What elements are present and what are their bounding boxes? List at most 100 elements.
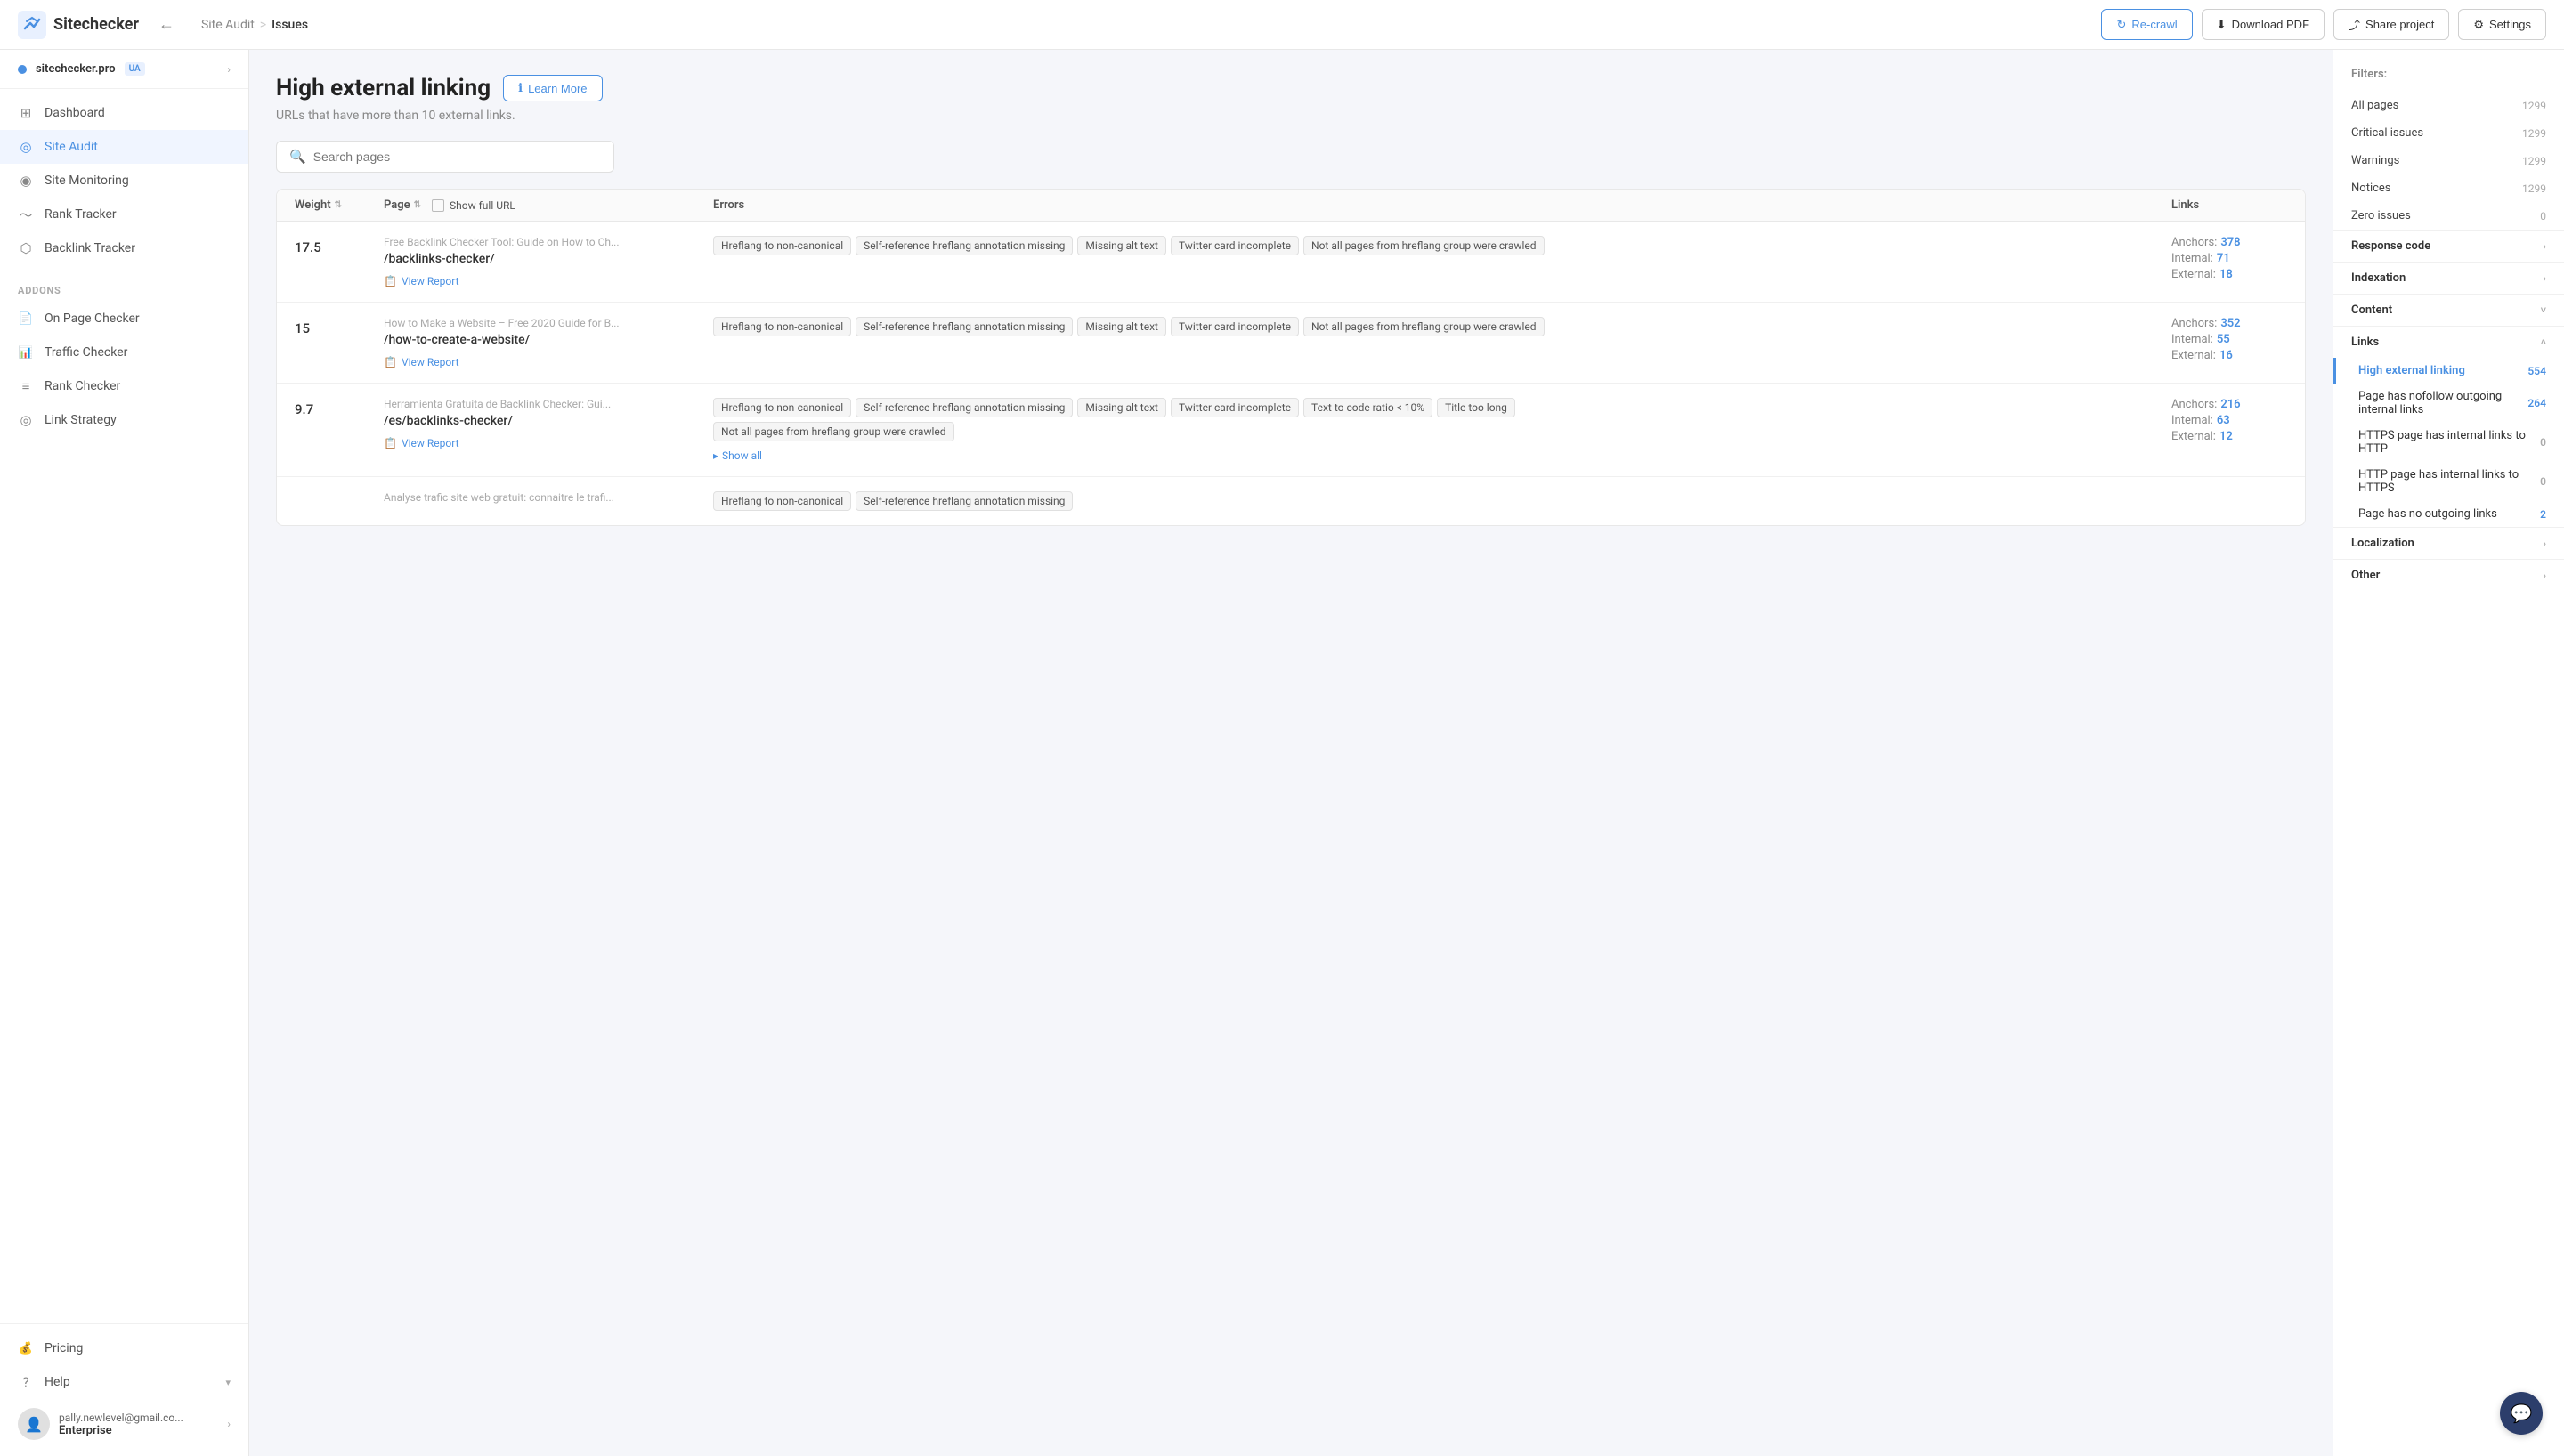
- filter-sub-high-external-linking[interactable]: High external linking 554: [2333, 358, 2564, 384]
- share-project-button[interactable]: ⤴ Share project: [2333, 9, 2449, 40]
- sidebar-item-traffic-checker[interactable]: 📊 Traffic Checker: [0, 336, 248, 369]
- search-bar: 🔍: [276, 141, 2306, 173]
- breadcrumb-separator: >: [260, 18, 266, 32]
- help-chevron-icon: ▾: [225, 1377, 231, 1388]
- site-audit-icon: ◎: [18, 139, 34, 155]
- filter-section-links: Links ˄ High external linking 554 Page h…: [2333, 326, 2564, 527]
- sidebar-account[interactable]: sitechecker.pro UA ›: [0, 50, 248, 89]
- breadcrumb-parent[interactable]: Site Audit: [201, 18, 255, 32]
- sidebar-item-on-page-checker[interactable]: 📄 On Page Checker: [0, 302, 248, 336]
- table-header: Weight ⇅ Page ⇅ Show full URL Errors: [277, 190, 2305, 222]
- sidebar-item-backlink-tracker-label: Backlink Tracker: [45, 241, 135, 255]
- user-info: pally.newlevel@gmail.co... Enterprise: [59, 1412, 218, 1437]
- table-row: Analyse trafic site web gratuit: connait…: [277, 477, 2305, 525]
- row-1-view-report-button[interactable]: 📋 View Report: [384, 270, 704, 287]
- learn-more-button[interactable]: ℹ Learn More: [503, 75, 602, 101]
- filter-localization-header[interactable]: Localization ›: [2333, 528, 2564, 559]
- settings-button[interactable]: ⚙ Settings: [2458, 9, 2546, 40]
- filter-notices-count: 1299: [2522, 182, 2546, 195]
- row-2-page-url[interactable]: /how-to-create-a-website/: [384, 333, 704, 347]
- row-2-page-title: How to Make a Website – Free 2020 Guide …: [384, 317, 686, 329]
- error-tag: Not all pages from hreflang group were c…: [713, 422, 954, 441]
- filter-other-header[interactable]: Other ›: [2333, 560, 2564, 591]
- filter-critical-issues-label: Critical issues: [2351, 126, 2423, 140]
- account-badge: UA: [125, 62, 145, 76]
- page-column-header[interactable]: Page ⇅ Show full URL: [384, 198, 704, 212]
- show-full-url-toggle[interactable]: Show full URL: [432, 199, 515, 212]
- back-button[interactable]: ←: [153, 15, 180, 34]
- share-icon: ⤴: [2349, 16, 2360, 33]
- error-tag: Missing alt text: [1077, 236, 1166, 255]
- row-4-weight: [295, 491, 375, 495]
- sidebar-item-site-audit[interactable]: ◎ Site Audit: [0, 130, 248, 164]
- sidebar-item-dashboard[interactable]: ⊞ Dashboard: [0, 96, 248, 130]
- filter-other-chevron-icon: ›: [2544, 570, 2546, 581]
- error-tag: Hreflang to non-canonical: [713, 236, 851, 255]
- sidebar-item-rank-checker[interactable]: ≡ Rank Checker: [0, 369, 248, 403]
- sidebar-item-help[interactable]: ? Help ▾: [0, 1365, 248, 1399]
- filter-sub-nofollow-outgoing[interactable]: Page has nofollow outgoing internal link…: [2333, 384, 2564, 423]
- row-3-view-report-button[interactable]: 📋 View Report: [384, 432, 704, 449]
- filter-zero-issues[interactable]: Zero issues 0: [2333, 202, 2564, 230]
- error-tag: Self-reference hreflang annotation missi…: [856, 317, 1073, 336]
- errors-column-header: Errors: [713, 198, 2162, 212]
- sidebar-item-pricing[interactable]: 💰 Pricing: [0, 1331, 248, 1365]
- filter-sub-nofollow-outgoing-count: 264: [2527, 397, 2546, 409]
- expand-icon: ▸: [713, 449, 718, 462]
- error-tag: Twitter card incomplete: [1171, 317, 1299, 336]
- filter-notices[interactable]: Notices 1299: [2333, 174, 2564, 202]
- filter-indexation-label: Indexation: [2351, 271, 2406, 285]
- show-full-url-checkbox[interactable]: [432, 199, 444, 212]
- rank-tracker-icon: 〜: [18, 206, 34, 222]
- sidebar-item-backlink-tracker[interactable]: ⬡ Backlink Tracker: [0, 231, 248, 265]
- sidebar-item-link-strategy[interactable]: ◎ Link Strategy: [0, 403, 248, 437]
- sidebar-user[interactable]: 👤 pally.newlevel@gmail.co... Enterprise …: [0, 1399, 248, 1449]
- recrawl-button[interactable]: ↻ Re-crawl: [2101, 9, 2192, 40]
- sidebar-item-rank-tracker[interactable]: 〜 Rank Tracker: [0, 198, 248, 231]
- filter-response-code-chevron-icon: ›: [2544, 240, 2546, 252]
- logo[interactable]: Sitechecker: [18, 11, 139, 39]
- row-2-internal-value: 55: [2217, 333, 2230, 346]
- weight-column-header[interactable]: Weight ⇅: [295, 198, 375, 212]
- filter-panel: Filters: All pages 1299 Critical issues …: [2333, 50, 2564, 1456]
- sidebar-item-site-monitoring-label: Site Monitoring: [45, 174, 129, 188]
- filter-all-pages[interactable]: All pages 1299: [2333, 92, 2564, 119]
- filter-warnings[interactable]: Warnings 1299: [2333, 147, 2564, 174]
- filter-content-label: Content: [2351, 303, 2392, 317]
- account-name: sitechecker.pro: [36, 62, 116, 76]
- download-pdf-button[interactable]: ⬇ Download PDF: [2202, 9, 2325, 40]
- row-2-external: External: 16: [2171, 349, 2287, 362]
- report-icon: 📋: [384, 356, 397, 368]
- chat-button[interactable]: 💬: [2500, 1392, 2543, 1435]
- sidebar-item-on-page-checker-label: On Page Checker: [45, 311, 140, 326]
- row-1-page-url[interactable]: /backlinks-checker/: [384, 252, 704, 266]
- row-3-page-url[interactable]: /es/backlinks-checker/: [384, 414, 704, 428]
- filter-other-label: Other: [2351, 569, 2380, 582]
- row-1-weight: 17.5: [295, 236, 375, 255]
- filter-sub-https-to-http[interactable]: HTTPS page has internal links to HTTP 0: [2333, 423, 2564, 462]
- chat-icon: 💬: [2511, 1403, 2533, 1424]
- filter-links-label: Links: [2351, 336, 2379, 349]
- view-report-label: View Report: [402, 275, 459, 287]
- row-3-page: Herramienta Gratuita de Backlink Checker…: [384, 398, 704, 449]
- filter-sub-no-outgoing-links[interactable]: Page has no outgoing links 2: [2333, 501, 2564, 527]
- sidebar-item-site-monitoring[interactable]: ◉ Site Monitoring: [0, 164, 248, 198]
- filter-sub-http-to-https[interactable]: HTTP page has internal links to HTTPS 0: [2333, 462, 2564, 501]
- filter-section-other: Other ›: [2333, 559, 2564, 591]
- filter-critical-issues[interactable]: Critical issues 1299: [2333, 119, 2564, 147]
- row-3-show-all-button[interactable]: ▸ Show all: [713, 449, 2162, 462]
- user-plan: Enterprise: [59, 1424, 218, 1437]
- page-title-text: High external linking: [276, 75, 491, 101]
- filter-response-code-header[interactable]: Response code ›: [2333, 231, 2564, 262]
- search-input[interactable]: [313, 150, 601, 164]
- row-1-errors: Hreflang to non-canonical Self-reference…: [713, 236, 2162, 255]
- row-2-view-report-button[interactable]: 📋 View Report: [384, 351, 704, 368]
- row-3-page-title: Herramienta Gratuita de Backlink Checker…: [384, 398, 686, 410]
- row-2-anchors-value: 352: [2220, 317, 2240, 330]
- filter-links-header[interactable]: Links ˄: [2333, 327, 2564, 358]
- row-2-links: Anchors: 352 Internal: 55 External: 16: [2171, 317, 2287, 362]
- breadcrumb-current: Issues: [272, 18, 308, 32]
- filter-content-header[interactable]: Content ˅: [2333, 295, 2564, 326]
- filter-response-code-label: Response code: [2351, 239, 2430, 253]
- filter-indexation-header[interactable]: Indexation ›: [2333, 263, 2564, 294]
